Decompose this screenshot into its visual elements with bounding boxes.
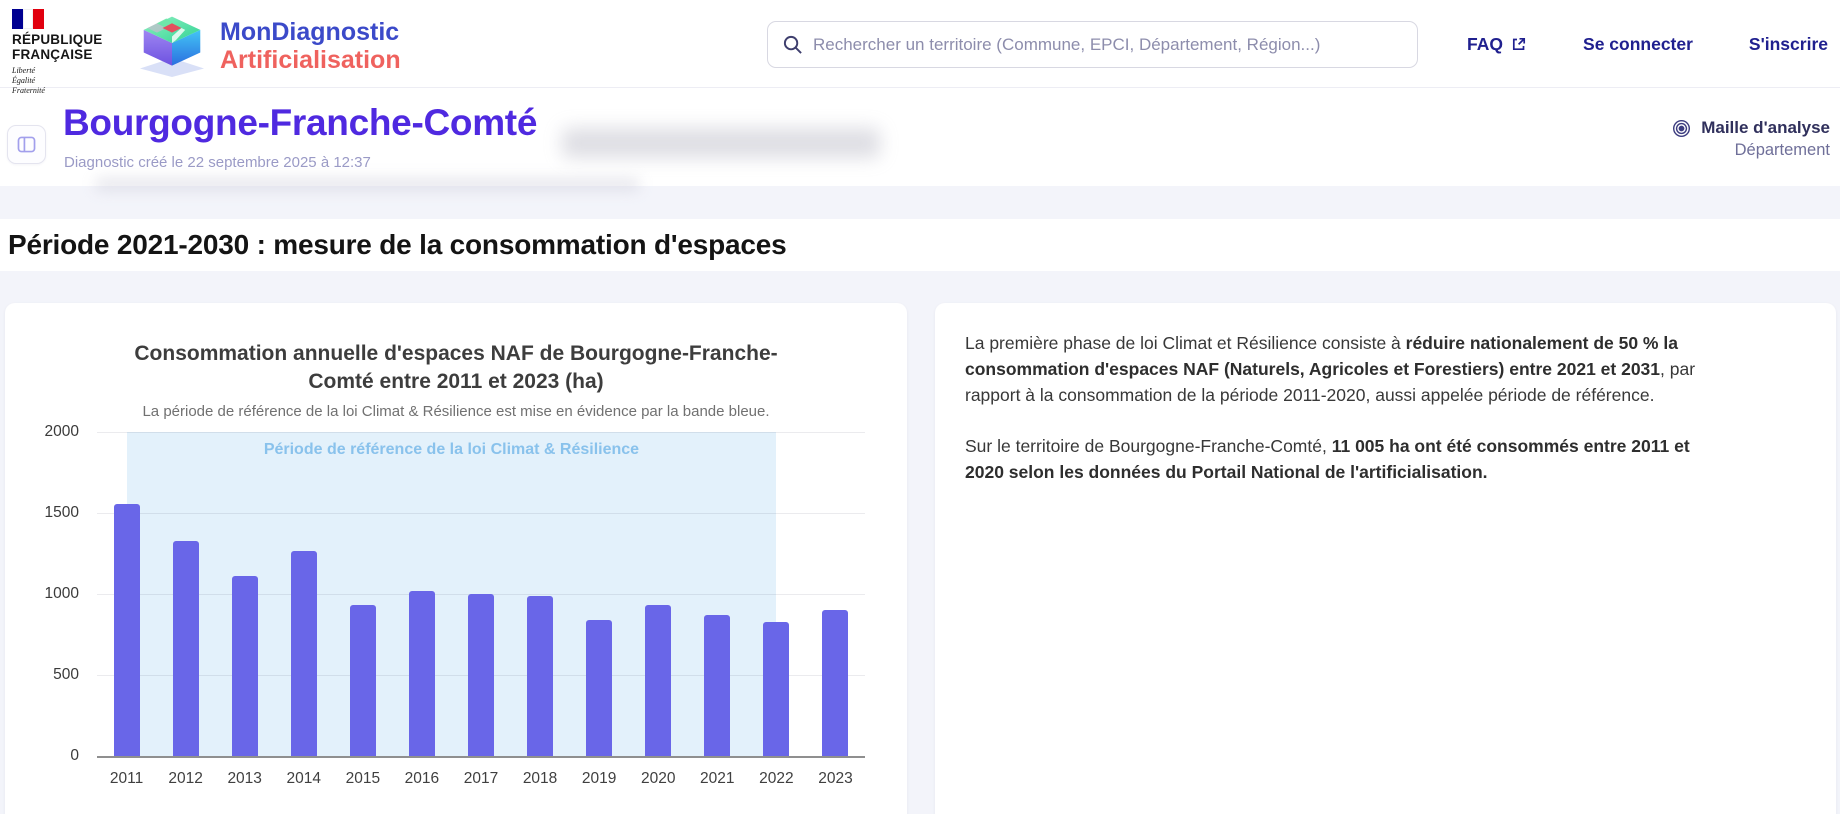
cube-logo-icon [134,11,210,82]
search-icon [782,34,803,55]
section-heading-band: Période 2021-2030 : mesure de la consomm… [0,219,1840,271]
x-axis-tick-label: 2022 [749,770,803,788]
signup-link[interactable]: S'inscrire [1749,34,1828,55]
info-card: La première phase de loi Climat et Résil… [935,303,1836,814]
info-paragraphs: La première phase de loi Climat et Résil… [965,331,1806,485]
x-axis-tick-label: 2014 [277,770,331,788]
bar-2022[interactable] [763,622,789,756]
x-axis-tick-label: 2012 [159,770,213,788]
bar-2016[interactable] [409,591,435,756]
info-paragraph: La première phase de loi Climat et Résil… [965,331,1717,409]
bar-2023[interactable] [822,610,848,756]
blurred-text-region [562,128,880,158]
gov-name-line1: RÉPUBLIQUE [12,32,103,47]
x-axis-tick-label: 2018 [513,770,567,788]
diagnostic-created-date: Diagnostic créé le 22 septembre 2025 à 1… [64,154,371,171]
external-link-icon [1511,36,1527,52]
bar-2018[interactable] [527,596,553,756]
bar-2015[interactable] [350,605,376,756]
chart-subtitle: La période de référence de la loi Climat… [5,403,907,420]
x-axis-tick-label: 2017 [454,770,508,788]
x-axis-tick-label: 2013 [218,770,272,788]
x-axis-tick-label: 2015 [336,770,390,788]
target-icon [1672,119,1691,138]
brand-name-line2: Artificialisation [220,47,401,75]
x-axis-tick-label: 2020 [631,770,685,788]
signup-label: S'inscrire [1749,34,1828,55]
x-axis-tick-label: 2011 [100,770,154,788]
analysis-scale-label: Maille d'analyse [1701,118,1830,138]
gridline [97,513,865,514]
sidebar-toggle-button[interactable] [7,125,46,164]
y-axis-tick-label: 2000 [19,423,79,441]
bar-2021[interactable] [704,615,730,756]
sidebar-panel-icon [17,136,36,153]
login-link[interactable]: Se connecter [1583,34,1693,55]
territory-title-bar: Bourgogne-Franche-Comté Diagnostic créé … [0,88,1840,186]
x-axis-tick-label: 2016 [395,770,449,788]
gov-motto-line3: Fraternité [12,86,103,96]
territory-search [767,21,1418,68]
gov-motto-line1: Liberté [12,66,103,76]
bar-2019[interactable] [586,620,612,756]
gov-name-line2: FRANÇAISE [12,47,103,62]
page: RÉPUBLIQUE FRANÇAISE Liberté Égalité Fra… [0,0,1840,814]
x-axis-tick-label: 2019 [572,770,626,788]
bar-2014[interactable] [291,551,317,756]
chart-card: Consommation annuelle d'espaces NAF de B… [5,303,907,814]
app-logo[interactable]: MonDiagnostic Artificialisation [134,11,401,82]
brand-name-line1: MonDiagnostic [220,19,401,47]
x-axis-tick-label: 2023 [808,770,862,788]
bar-2017[interactable] [468,594,494,756]
blurred-text-region-2 [95,178,640,191]
y-axis-tick-label: 0 [19,747,79,765]
search-input[interactable] [813,35,1403,55]
analysis-scale-value[interactable]: Département [1672,141,1830,160]
reference-period-band-label: Période de référence de la loi Climat & … [127,441,777,459]
bar-2012[interactable] [173,541,199,756]
french-flag-icon [12,9,44,29]
y-axis-tick-label: 1500 [19,504,79,522]
x-axis-tick-label: 2021 [690,770,744,788]
chart-title: Consommation annuelle d'espaces NAF de B… [111,340,801,397]
y-axis-tick-label: 500 [19,666,79,684]
plot-area: Période de référence de la loi Climat & … [97,432,865,758]
gov-motto-line2: Égalité [12,76,103,86]
y-axis-tick-label: 1000 [19,585,79,603]
bar-2011[interactable] [114,504,140,756]
faq-link[interactable]: FAQ [1467,34,1527,55]
territory-title: Bourgogne-Franche-Comté [63,102,537,144]
bar-2020[interactable] [645,605,671,756]
analysis-scale-block: Maille d'analyse Département [1672,118,1830,160]
republique-francaise-logo: RÉPUBLIQUE FRANÇAISE Liberté Égalité Fra… [12,9,103,96]
login-label: Se connecter [1583,34,1693,55]
gridline [97,432,865,433]
faq-label: FAQ [1467,34,1503,55]
bar-2013[interactable] [232,576,258,756]
info-paragraph: Sur le territoire de Bourgogne-Franche-C… [965,434,1717,486]
top-bar: RÉPUBLIQUE FRANÇAISE Liberté Égalité Fra… [0,0,1840,88]
top-nav: FAQ Se connecter S'inscrire [1467,0,1828,88]
section-heading: Période 2021-2030 : mesure de la consomm… [8,219,786,271]
